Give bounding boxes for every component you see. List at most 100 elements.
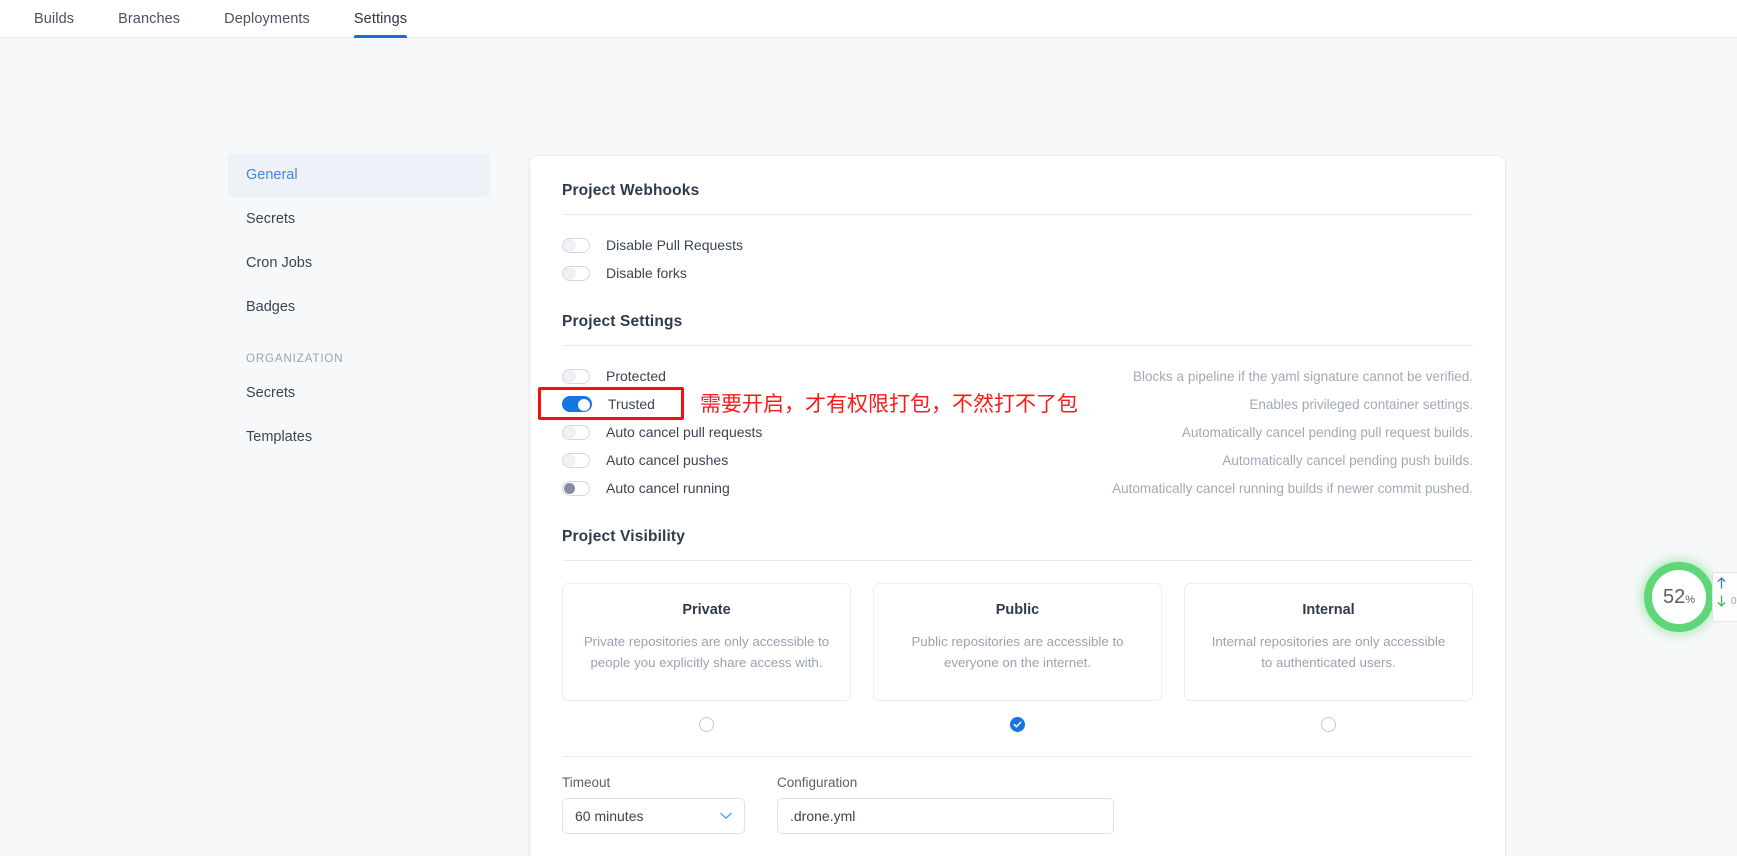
scroll-arrow-panel[interactable]: 0: [1712, 572, 1737, 622]
divider: [562, 560, 1473, 561]
tab-settings-label: Settings: [353, 10, 408, 27]
divider: [562, 756, 1473, 757]
scroll-up-row[interactable]: [1717, 577, 1737, 589]
setting-row-auto-cancel-pushes[interactable]: Auto cancel pushes Automatically cancel …: [562, 446, 1473, 474]
sidebar-item-secrets[interactable]: Secrets: [228, 197, 490, 241]
configuration-input[interactable]: .drone.yml: [777, 798, 1114, 834]
sidebar-group-organization: ORGANIZATION: [246, 353, 344, 365]
setting-desc-trusted: Enables privileged container settings.: [1249, 396, 1473, 412]
project-webhooks-title: Project Webhooks: [562, 182, 700, 199]
tab-deployments-label: Deployments: [224, 10, 310, 27]
project-settings-row-list: Protected Blocks a pipeline if the yaml …: [562, 362, 1473, 502]
webhook-row-disable-pull-requests[interactable]: Disable Pull Requests: [562, 231, 1473, 259]
toggle-disable-pull-requests[interactable]: [562, 237, 590, 253]
tab-branches[interactable]: Branches: [96, 0, 202, 37]
annotation-red-note: 需要开启，才有权限打包，不然打不了包: [700, 392, 1078, 416]
setting-label-auto-cancel-pushes: Auto cancel pushes: [606, 452, 729, 468]
toggle-knob-icon: [564, 370, 575, 382]
toggle-knob-icon: [564, 267, 575, 279]
sidebar-item-cron-jobs-label: Cron Jobs: [246, 255, 313, 271]
progress-ring: 52%: [1644, 562, 1714, 632]
floating-progress-widget[interactable]: 52% 0: [1644, 562, 1737, 632]
check-icon: [1013, 721, 1022, 728]
radio-internal[interactable]: [1321, 717, 1336, 732]
tab-builds[interactable]: Builds: [12, 0, 96, 37]
settings-sidebar: General Secrets Cron Jobs Badges ORGANIZ…: [228, 153, 490, 459]
radio-cell-internal: [1184, 717, 1473, 732]
sidebar-item-org-templates[interactable]: Templates: [228, 415, 490, 459]
visibility-title-internal: Internal: [1302, 602, 1355, 618]
toggle-auto-cancel-running[interactable]: [562, 480, 590, 496]
setting-desc-auto-cancel-pull-requests: Automatically cancel pending pull reques…: [1181, 424, 1473, 440]
sidebar-item-org-templates-label: Templates: [246, 429, 313, 445]
scroll-down-row[interactable]: 0: [1717, 595, 1737, 607]
visibility-title-public: Public: [995, 602, 1040, 618]
toggle-disable-forks[interactable]: [562, 265, 590, 281]
toggle-knob-icon: [564, 239, 575, 251]
webhook-row-disable-forks[interactable]: Disable forks: [562, 259, 1473, 287]
timeout-label: Timeout: [562, 775, 611, 790]
visibility-desc-private: Private repositories are only accessible…: [583, 634, 830, 670]
webhook-label-disable-forks: Disable forks: [606, 265, 687, 281]
sidebar-item-secrets-label: Secrets: [246, 211, 296, 227]
arrow-up-icon: [1717, 577, 1726, 589]
setting-row-protected[interactable]: Protected Blocks a pipeline if the yaml …: [562, 362, 1473, 390]
setting-desc-protected: Blocks a pipeline if the yaml signature …: [1133, 368, 1473, 384]
visibility-desc-internal: Internal repositories are only accessibl…: [1211, 634, 1446, 670]
radio-private[interactable]: [699, 717, 714, 732]
progress-percent-symbol: %: [1685, 593, 1696, 606]
sidebar-item-org-secrets-label: Secrets: [246, 385, 296, 401]
toggle-knob-icon: [564, 454, 575, 466]
timeout-selected-value: 60 minutes: [575, 808, 644, 824]
timeout-field-group: Timeout 60 minutes: [562, 775, 745, 834]
toggle-knob-icon: [564, 426, 575, 438]
top-navigation-bar: Builds Branches Deployments Settings: [0, 0, 1737, 38]
setting-row-auto-cancel-pull-requests[interactable]: Auto cancel pull requests Automatically …: [562, 418, 1473, 446]
visibility-card-list: Private Private repositories are only ac…: [562, 583, 1473, 701]
sidebar-item-general[interactable]: General: [228, 153, 490, 197]
configuration-value: .drone.yml: [790, 808, 856, 824]
visibility-card-internal[interactable]: Internal Internal repositories are only …: [1184, 583, 1473, 701]
tab-builds-label: Builds: [34, 10, 75, 27]
webhook-label-disable-pull-requests: Disable Pull Requests: [606, 237, 743, 253]
radio-cell-private: [562, 717, 851, 732]
visibility-card-private[interactable]: Private Private repositories are only ac…: [562, 583, 851, 701]
setting-label-trusted: Trusted: [608, 396, 655, 412]
setting-label-protected: Protected: [606, 368, 666, 384]
arrow-down-icon: [1717, 595, 1726, 607]
webhooks-row-list: Disable Pull Requests Disable forks: [562, 231, 1473, 287]
progress-value: 52%: [1663, 586, 1695, 609]
project-visibility-title: Project Visibility: [562, 528, 686, 545]
setting-label-auto-cancel-pull-requests: Auto cancel pull requests: [606, 424, 763, 440]
visibility-title-private: Private: [682, 602, 731, 618]
configuration-label: Configuration: [777, 775, 858, 790]
toggle-auto-cancel-pushes[interactable]: [562, 452, 590, 468]
setting-desc-auto-cancel-pushes: Automatically cancel pending push builds…: [1222, 452, 1473, 468]
setting-row-auto-cancel-running[interactable]: Auto cancel running Automatically cancel…: [562, 474, 1473, 502]
timeout-select[interactable]: 60 minutes: [562, 798, 745, 834]
tab-deployments[interactable]: Deployments: [202, 0, 332, 37]
tab-settings[interactable]: Settings: [332, 0, 429, 38]
toggle-knob-icon: [577, 398, 590, 411]
project-settings-title: Project Settings: [562, 313, 683, 330]
toggle-auto-cancel-pull-requests[interactable]: [562, 424, 590, 440]
progress-percent: 52: [1662, 585, 1686, 608]
radio-public[interactable]: [1010, 717, 1025, 732]
setting-desc-auto-cancel-running: Automatically cancel running builds if n…: [1112, 480, 1473, 496]
settings-card: Project Webhooks Disable Pull Requests D…: [530, 156, 1505, 856]
toggle-protected[interactable]: [562, 368, 590, 384]
sidebar-item-badges[interactable]: Badges: [228, 285, 490, 329]
sidebar-item-cron-jobs[interactable]: Cron Jobs: [228, 241, 490, 285]
configuration-field-group: Configuration .drone.yml: [777, 775, 1114, 834]
toggle-trusted[interactable]: [562, 396, 592, 412]
visibility-card-public[interactable]: Public Public repositories are accessibl…: [873, 583, 1162, 701]
divider: [562, 214, 1473, 215]
radio-cell-public: [873, 717, 1162, 732]
sidebar-item-badges-label: Badges: [246, 299, 296, 315]
tab-branches-label: Branches: [118, 10, 181, 27]
sidebar-item-general-label: General: [246, 167, 298, 183]
setting-label-auto-cancel-running: Auto cancel running: [606, 480, 730, 496]
visibility-radio-group: [562, 717, 1473, 732]
sidebar-item-org-secrets[interactable]: Secrets: [228, 371, 490, 415]
page-body: General Secrets Cron Jobs Badges ORGANIZ…: [0, 38, 1737, 856]
